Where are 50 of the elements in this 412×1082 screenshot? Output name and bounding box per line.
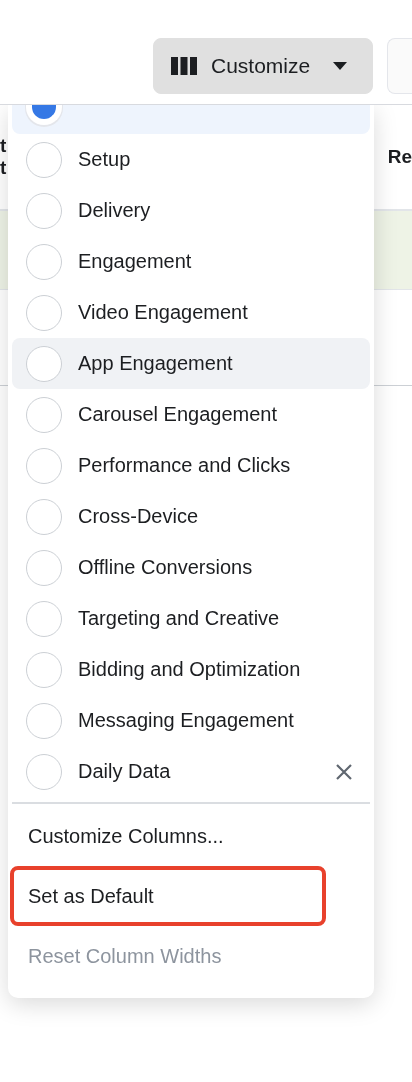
menu-item-label: Delivery (78, 199, 151, 222)
menu-item[interactable]: Targeting and Creative (12, 593, 370, 644)
menu-item-label: Video Engagement (78, 301, 248, 324)
radio-button[interactable] (26, 141, 62, 178)
menu-item-label: Engagement (78, 250, 192, 273)
radio-button[interactable] (26, 651, 62, 688)
menu-item-label: Bidding and Optimization (78, 658, 301, 681)
radio-button[interactable] (26, 498, 62, 535)
menu-item-label: Cross-Device (78, 505, 199, 528)
close-icon[interactable] (336, 764, 352, 780)
menu-item-label: Carousel Engagement (78, 403, 277, 426)
menu-item[interactable]: Offline Conversions (12, 542, 370, 593)
menu-item[interactable]: Daily Data (12, 746, 370, 797)
menu-item[interactable]: Cross-Device (12, 491, 370, 542)
radio-button[interactable] (26, 447, 62, 484)
menu-item-label: Daily Data (78, 760, 171, 783)
radio-button[interactable] (26, 753, 62, 790)
caret-icon (333, 62, 348, 70)
menu-item-label: Messaging Engagement (78, 709, 294, 732)
menu-item-label: Offline Conversions (78, 556, 253, 579)
menu-item[interactable]: Video Engagement (12, 287, 370, 338)
menu-item[interactable]: App Engagement (12, 338, 370, 389)
menu-item[interactable]: Delivery (12, 185, 370, 236)
radio-button[interactable] (26, 549, 62, 586)
menu-item[interactable] (12, 105, 370, 134)
menu-action[interactable]: Customize Columns... (10, 806, 326, 866)
radio-button[interactable] (26, 243, 62, 280)
menu-item-label: Performance and Clicks (78, 454, 291, 477)
columns-icon (171, 56, 197, 76)
menu-item-label: App Engagement (78, 352, 233, 375)
menu-item[interactable]: Engagement (12, 236, 370, 287)
radio-button[interactable] (26, 600, 62, 637)
radio-button[interactable] (26, 702, 62, 739)
menu-item[interactable]: Bidding and Optimization (12, 644, 370, 695)
menu-item[interactable]: Performance and Clicks (12, 440, 370, 491)
toolbar-button[interactable] (387, 38, 412, 94)
customize-button[interactable]: Customize (153, 38, 373, 94)
menu-item[interactable]: Setup (12, 134, 370, 185)
menu-item[interactable]: Carousel Engagement (12, 389, 370, 440)
radio-button[interactable] (26, 294, 62, 331)
radio-button[interactable] (26, 396, 62, 433)
menu-item-label: Setup (78, 148, 131, 171)
column-header: t t (0, 135, 7, 179)
menu-action[interactable]: Set as Default (10, 866, 326, 926)
radio-button[interactable] (26, 192, 62, 229)
radio-button[interactable] (26, 345, 62, 382)
menu-item-label: Targeting and Creative (78, 607, 280, 630)
column-header: Re (387, 146, 412, 168)
menu-item[interactable]: Messaging Engagement (12, 695, 370, 746)
menu-action: Reset Column Widths (27, 943, 223, 969)
